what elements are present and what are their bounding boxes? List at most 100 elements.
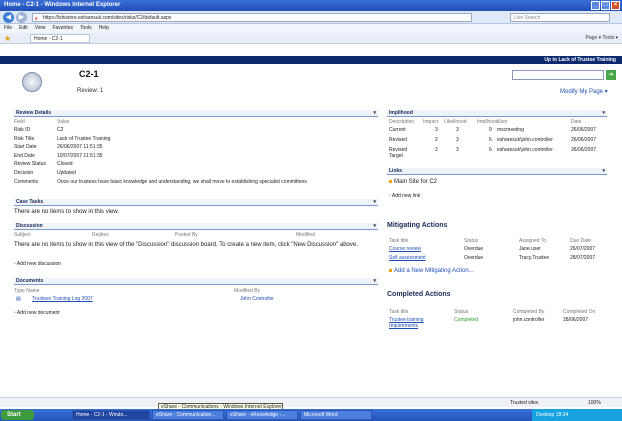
add-mitigating-action[interactable]: Add a New Mitigating Action... [389,268,474,274]
links-title: Links [389,168,403,174]
menu-view[interactable]: View [35,25,46,31]
impllhood-title: Impllhood [389,110,413,116]
case-tasks-empty: There are no items to show in this view. [14,209,120,215]
url-input[interactable]: e https://ishistore.esharesuk.com/sites/r… [32,13,472,22]
search-input[interactable]: Live Search [510,13,610,22]
mitigating-cell: 28/07/2007 [570,255,596,261]
review-field-value: Closed [57,161,73,168]
impllhood-cell: 26/06/2007 [571,147,597,153]
taskbar-item-eknowledge[interactable]: eShare - eKnowledge -... [226,410,298,420]
review-field-value: 26/06/2007 11:51:35 [57,144,103,151]
add-link[interactable]: ▫ Add new link [389,193,420,199]
review-field-label: Decision [14,170,34,176]
completed-col: Status [454,309,469,315]
back-icon[interactable]: ◀ [3,12,14,23]
impllhood-col: Date [571,119,582,125]
tab-home[interactable]: Home - C2-1 [30,34,90,43]
review-field-label: Comments [14,178,39,185]
panel-menu-icon[interactable]: ▾ [602,110,605,117]
link-item-label: Main Site for C2 [394,179,438,185]
forward-icon[interactable]: ▶ [16,12,27,23]
mitigating-col: Task title [389,238,409,244]
impllhood-cell: 9 [489,127,492,133]
impllhood-cell: 26/06/2007 [571,127,597,133]
page-icon: e [35,16,38,22]
review-details-title: Review Details [16,110,52,116]
completed-status: Completed [454,317,479,323]
menu-favorites[interactable]: Favorites [52,25,73,31]
review-field-label: Start Date [14,144,37,151]
page-title: C2-1 [79,69,99,79]
menu-bar: File Edit View Favorites Tools Help [0,24,622,33]
discussion-empty: There are no items to show in this view … [14,242,358,248]
discussion-title: Discussion [16,223,43,229]
col-modified-by: Modified By [234,288,261,294]
url-text: https://ishistore.esharesuk.com/sites/ri… [43,15,172,21]
zone-text: Trusted sites [510,400,539,406]
links-header: Links ▾ [387,168,607,175]
completed-actions-title: Completed Actions [387,291,451,298]
add-document-link[interactable]: ▫ Add new document [14,310,60,316]
review-field-value: Once our trustees have basic knowledge a… [57,178,307,185]
add-discussion-link[interactable]: ▫ Add new discussion [14,261,61,267]
menu-tools[interactable]: Tools [80,25,92,31]
col-modified: Modified [296,232,315,238]
close-icon[interactable]: × [611,1,620,10]
panel-menu-icon[interactable]: ▾ [373,223,376,230]
site-search-input[interactable] [512,70,604,80]
impllhood-cell: esharesuk\john.controller [497,137,553,143]
mitigating-cell: Jane.user [519,246,541,252]
review-field-label: Risk Title [14,135,35,142]
mitigating-task-link[interactable]: Course review [389,246,421,252]
completed-col: Completed By [513,309,545,315]
mitigating-col: Assigned To [519,238,547,244]
search-go-icon[interactable]: ➜ [606,70,616,80]
col-field: Field [14,119,25,125]
favorites-star-icon[interactable]: ★ [4,34,11,43]
review-field-label: End Date [14,152,35,159]
menu-help[interactable]: Help [99,25,109,31]
mitigating-actions-title: Mitigating Actions [387,222,448,229]
taskbar-item-home[interactable]: Home - C2-1 - Windo... [72,410,150,420]
document-modified-by[interactable]: John Controller [240,296,274,302]
modify-page-link[interactable]: Modify My Page ▾ [560,88,608,95]
col-type-name: Type Name [14,288,40,294]
status-bar: Trusted sites 100% [0,397,622,407]
up-link-banner[interactable]: Up to Lack of Trustee Training [0,56,622,64]
panel-menu-icon[interactable]: ▾ [373,199,376,206]
maximize-icon[interactable]: □ [601,1,610,10]
impllhood-cell: esharesuk\john.controller [497,147,553,153]
minimize-icon[interactable]: _ [591,1,600,10]
menu-file[interactable]: File [4,25,12,31]
site-header-strip [0,44,622,56]
impllhood-cell: mscmeeting [497,127,524,133]
discussion-header: Discussion ▾ [14,223,378,230]
bullet-icon [389,179,392,183]
link-item[interactable]: Main Site for C2 [389,179,437,185]
document-link[interactable]: Trustees Training Log 2007 [32,296,93,302]
add-link-label: Add new link [391,193,421,199]
completed-col: Completed On [563,309,596,315]
zoom-level[interactable]: 100% [588,400,601,406]
window-title: Home - C2-1 - Windows Internet Explorer [4,2,121,8]
panel-menu-icon[interactable]: ▾ [602,168,605,175]
impllhood-col: Impllhood [477,119,499,125]
start-button[interactable]: Start [1,410,34,420]
impllhood-cell: 3 [456,147,459,153]
impllhood-cell: 3 [456,127,459,133]
toolbar-right[interactable]: Page ▾ Tools ▾ [586,35,618,41]
bullet-icon [389,268,392,272]
mitigating-task-link[interactable]: Self assessment [389,255,426,261]
panel-menu-icon[interactable]: ▾ [373,278,376,285]
menu-edit[interactable]: Edit [19,25,28,31]
impllhood-cell: 26/06/2007 [571,137,597,143]
add-mitigating-label: Add a New Mitigating Action... [394,268,474,274]
review-field-label: Risk ID [14,127,31,133]
panel-menu-icon[interactable]: ▾ [373,110,376,117]
taskbar-item-communications[interactable]: eShare - Communication... [152,410,224,420]
impllhood-cell: 3 [456,137,459,143]
impllhood-cell: Revised Target [389,147,408,159]
impllhood-cell: 2 [435,137,438,143]
completed-task-link[interactable]: Trustee training requirements [389,317,441,329]
taskbar-item-word[interactable]: Microsoft Word [300,410,372,420]
